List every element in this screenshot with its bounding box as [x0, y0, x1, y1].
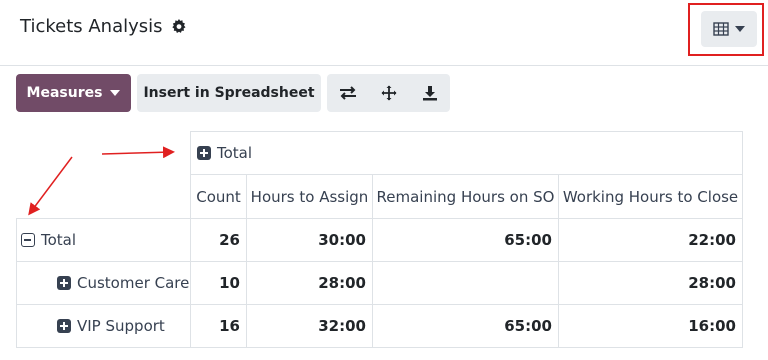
plus-square-icon: [57, 276, 71, 290]
minus-square-icon: [21, 233, 35, 247]
cell-value: 26: [219, 231, 240, 249]
measure-header-label: Working Hours to Close: [562, 187, 739, 206]
pivot-cell[interactable]: 28:00: [246, 261, 373, 305]
pivot-cell[interactable]: 16: [190, 304, 247, 348]
pivot-cell[interactable]: 28:00: [558, 261, 743, 305]
plus-square-icon: [197, 146, 211, 160]
measure-header[interactable]: Hours to Assign: [246, 174, 373, 219]
pivot-cell[interactable]: 10: [190, 261, 247, 305]
measure-header[interactable]: Remaining Hours on SO: [372, 174, 559, 219]
download-button[interactable]: [409, 74, 450, 112]
pivot-actions-group: [327, 74, 450, 112]
cell-value: 28:00: [318, 274, 366, 292]
cell-value: 22:00: [688, 231, 736, 249]
pivot-cell[interactable]: 30:00: [246, 218, 373, 262]
measures-label: Measures: [26, 85, 103, 101]
caret-down-icon: [735, 26, 745, 32]
row-header-label: Customer Care: [77, 274, 190, 292]
cell-value: 32:00: [318, 317, 366, 335]
row-header-label: VIP Support: [77, 317, 165, 335]
table-icon: [713, 22, 729, 36]
gear-icon[interactable]: [171, 18, 187, 35]
pivot-cell[interactable]: [372, 261, 559, 305]
row-header-customer-care[interactable]: Customer Care: [16, 261, 191, 305]
pivot-cell[interactable]: 65:00: [372, 218, 559, 262]
pivot-cell[interactable]: 26: [190, 218, 247, 262]
cell-value: 10: [219, 274, 240, 292]
breadcrumb: Tickets Analysis: [20, 16, 187, 37]
insert-label: Insert in Spreadsheet: [143, 85, 315, 101]
cell-value: 65:00: [504, 317, 552, 335]
measure-header-label: Count: [196, 187, 241, 206]
cell-value: 16: [219, 317, 240, 335]
cell-value: 65:00: [504, 231, 552, 249]
pivot-toolbar: Measures Insert in Spreadsheet: [16, 74, 450, 112]
view-switcher-button[interactable]: [701, 11, 757, 47]
row-header-total[interactable]: Total: [16, 218, 191, 262]
pivot-cell[interactable]: 16:00: [558, 304, 743, 348]
col-header-total[interactable]: Total: [190, 131, 743, 175]
plus-square-icon: [57, 319, 71, 333]
col-header-label: Total: [217, 144, 253, 162]
cell-value: 16:00: [688, 317, 736, 335]
flip-axis-button[interactable]: [327, 74, 368, 112]
arrow-to-column-header: [101, 146, 175, 159]
pivot-cell[interactable]: 22:00: [558, 218, 743, 262]
pivot-cell[interactable]: 32:00: [246, 304, 373, 348]
insert-in-spreadsheet-button[interactable]: Insert in Spreadsheet: [137, 74, 321, 112]
control-panel: Tickets Analysis: [0, 0, 768, 66]
exchange-icon: [339, 86, 356, 100]
measure-header-label: Remaining Hours on SO: [376, 187, 555, 206]
row-header-label: Total: [41, 231, 77, 249]
measure-header-label: Hours to Assign: [250, 187, 369, 206]
arrow-to-row-header: [28, 156, 73, 216]
measures-button[interactable]: Measures: [16, 74, 131, 112]
download-icon: [422, 86, 437, 101]
measure-header[interactable]: Count: [190, 174, 247, 219]
caret-down-icon: [110, 90, 121, 96]
arrows-icon: [381, 85, 396, 101]
cell-value: 28:00: [688, 274, 736, 292]
cell-value: 30:00: [318, 231, 366, 249]
expand-all-button[interactable]: [368, 74, 409, 112]
page-title: Tickets Analysis: [20, 16, 163, 37]
row-header-vip-support[interactable]: VIP Support: [16, 304, 191, 348]
pivot-cell[interactable]: 65:00: [372, 304, 559, 348]
measure-header[interactable]: Working Hours to Close: [558, 174, 743, 219]
